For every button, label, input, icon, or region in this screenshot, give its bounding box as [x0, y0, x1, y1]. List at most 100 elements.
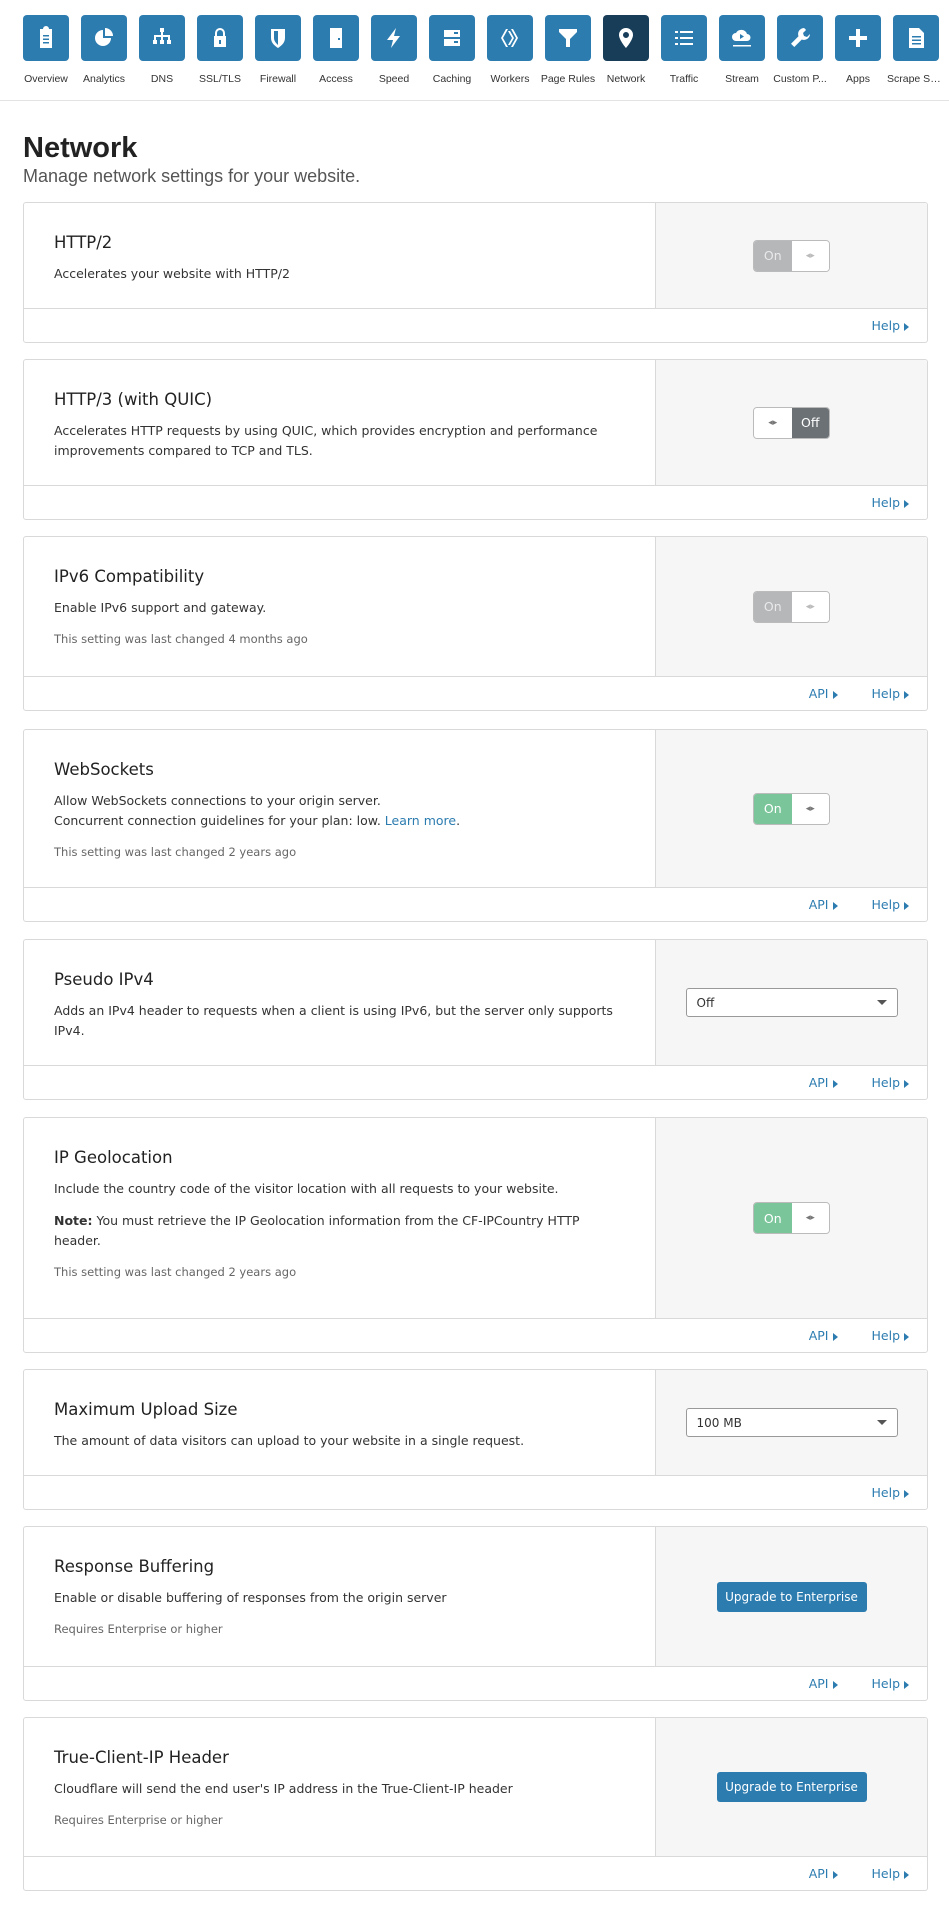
nav-label: Access [319, 73, 353, 85]
setting-description: Accelerates your website with HTTP/2 [54, 264, 625, 284]
help-link[interactable]: Help [872, 1866, 909, 1881]
api-link[interactable]: API [809, 1328, 838, 1343]
nav-label: Network [606, 73, 646, 85]
help-link[interactable]: Help [871, 318, 909, 333]
nav-item-dns[interactable]: DNS [133, 15, 191, 85]
lock-icon [197, 15, 243, 61]
card-footer: API Help [24, 1318, 927, 1352]
card-body: Maximum Upload Size The amount of data vi… [24, 1370, 927, 1475]
nav-item-workers[interactable]: Workers [481, 15, 539, 85]
link-label: Help [871, 897, 901, 912]
nav-label: Firewall [259, 73, 297, 85]
nav-item-network[interactable]: Network [597, 15, 655, 85]
setting-description: Include the country code of the visitor … [54, 1179, 625, 1251]
card-info: Maximum Upload Size The amount of data vi… [24, 1370, 656, 1475]
card-info: HTTP/3 (with QUIC) Accelerates HTTP reque… [24, 360, 656, 485]
link-label: Help [871, 1485, 901, 1500]
toggle-handle-icon: ◂▸ [791, 793, 829, 824]
setting-title: True-Client-IP Header [54, 1748, 229, 1767]
upgrade-to-enterprise-button[interactable]: Upgrade to Enterprise [716, 1772, 867, 1802]
nav-label: DNS [150, 73, 174, 85]
setting-card-websockets: WebSockets Allow WebSockets connections t… [23, 729, 928, 922]
caret-right-icon [832, 1332, 838, 1341]
card-body: Response Buffering Enable or disable buff… [24, 1527, 927, 1666]
setting-card-ipv6: IPv6 Compatibility Enable IPv6 support an… [23, 536, 928, 711]
nav-item-scrape-shi[interactable]: Scrape Shi... [887, 15, 945, 85]
pseudo-ipv4-select[interactable]: Off [685, 988, 898, 1017]
caret-right-icon [832, 690, 838, 699]
api-link[interactable]: API [809, 1075, 838, 1090]
workers-icon [487, 15, 533, 61]
nav-item-custom-p[interactable]: Custom P... [771, 15, 829, 85]
max-upload-select[interactable]: 100 MB [685, 1408, 898, 1437]
toggle-state-label: On [754, 240, 792, 271]
setting-title: Maximum Upload Size [54, 1400, 238, 1419]
nav-item-firewall[interactable]: Firewall [249, 15, 307, 85]
setting-description: Enable or disable buffering of responses… [54, 1588, 625, 1608]
description-line: Cloudflare will send the end user's IP a… [54, 1781, 513, 1796]
setting-title: IP Geolocation [54, 1148, 173, 1167]
api-link[interactable]: API [809, 897, 838, 912]
setting-description: Enable IPv6 support and gateway. [54, 598, 625, 618]
wrench-icon [777, 15, 823, 61]
card-footer: API Help [24, 1856, 927, 1890]
server-icon [429, 15, 475, 61]
caret-right-icon [832, 901, 838, 910]
api-link[interactable]: API [809, 1866, 838, 1881]
setting-title: Pseudo IPv4 [54, 970, 154, 989]
setting-description: The amount of data visitors can upload t… [54, 1431, 625, 1451]
websockets-toggle[interactable]: On ◂▸ [753, 792, 830, 825]
nav-item-traffic[interactable]: Traffic [655, 15, 713, 85]
caret-right-icon [904, 1489, 909, 1498]
nav-item-caching[interactable]: Caching [423, 15, 481, 85]
clipboard-icon [23, 15, 69, 61]
nav-item-overview[interactable]: Overview [17, 15, 75, 85]
http2-toggle[interactable]: On ◂▸ [753, 239, 830, 272]
link-label: Help [871, 1075, 901, 1090]
setting-title: WebSockets [54, 760, 154, 779]
nav-item-ssl-tls[interactable]: SSL/TLS [191, 15, 249, 85]
nav-item-speed[interactable]: Speed [365, 15, 423, 85]
nav-item-access[interactable]: Access [307, 15, 365, 85]
nav-item-page-rules[interactable]: Page Rules [539, 15, 597, 85]
card-info: Pseudo IPv4 Adds an IPv4 header to reques… [24, 940, 656, 1065]
help-link[interactable]: Help [871, 897, 909, 912]
api-link[interactable]: API [809, 686, 838, 701]
nav-label: Workers [490, 73, 530, 85]
ip-geolocation-toggle[interactable]: On ◂▸ [753, 1202, 830, 1234]
card-body: IPv6 Compatibility Enable IPv6 support an… [24, 537, 927, 676]
note-label: Note: [54, 1213, 93, 1228]
setting-title: HTTP/2 [54, 233, 113, 252]
http3-toggle[interactable]: ◂▸ Off [753, 406, 830, 439]
help-link[interactable]: Help [872, 1328, 909, 1343]
card-body: HTTP/3 (with QUIC) Accelerates HTTP reque… [24, 360, 927, 485]
description-line: Enable IPv6 support and gateway. [54, 600, 267, 615]
card-info: Response Buffering Enable or disable buff… [24, 1527, 656, 1666]
help-link[interactable]: Help [871, 686, 909, 701]
learn-more-link[interactable]: Learn more [385, 813, 456, 828]
help-link[interactable]: Help [872, 1676, 909, 1691]
setting-card-ip-geolocation: IP Geolocation Include the country code o… [23, 1117, 928, 1353]
toggle-handle-icon: ◂▸ [754, 407, 792, 438]
link-label: Help [871, 318, 901, 333]
card-footer: API Help [24, 676, 927, 710]
help-link[interactable]: Help [872, 495, 909, 510]
nav-item-stream[interactable]: Stream [713, 15, 771, 85]
setting-card-http3: HTTP/3 (with QUIC) Accelerates HTTP reque… [23, 359, 928, 520]
nav-item-analytics[interactable]: Analytics [75, 15, 133, 85]
chevron-down-icon [876, 1000, 887, 1005]
setting-card-max-upload: Maximum Upload Size The amount of data vi… [23, 1369, 928, 1510]
card-info: True-Client-IP Header Cloudflare will sen… [24, 1718, 656, 1856]
caret-right-icon [904, 322, 909, 331]
help-link[interactable]: Help [871, 1075, 909, 1090]
api-link[interactable]: API [809, 1676, 838, 1691]
link-label: Help [871, 686, 901, 701]
nav-item-apps[interactable]: Apps [829, 15, 887, 85]
setting-last-changed: Requires Enterprise or higher [54, 1813, 223, 1827]
ipv6-toggle[interactable]: On ◂▸ [753, 590, 830, 623]
toggle-state-label: On [754, 1203, 792, 1233]
card-info: HTTP/2 Accelerates your website with HTTP… [24, 203, 656, 308]
plus-icon [835, 15, 881, 61]
help-link[interactable]: Help [871, 1485, 909, 1500]
upgrade-to-enterprise-button[interactable]: Upgrade to Enterprise [716, 1581, 867, 1612]
